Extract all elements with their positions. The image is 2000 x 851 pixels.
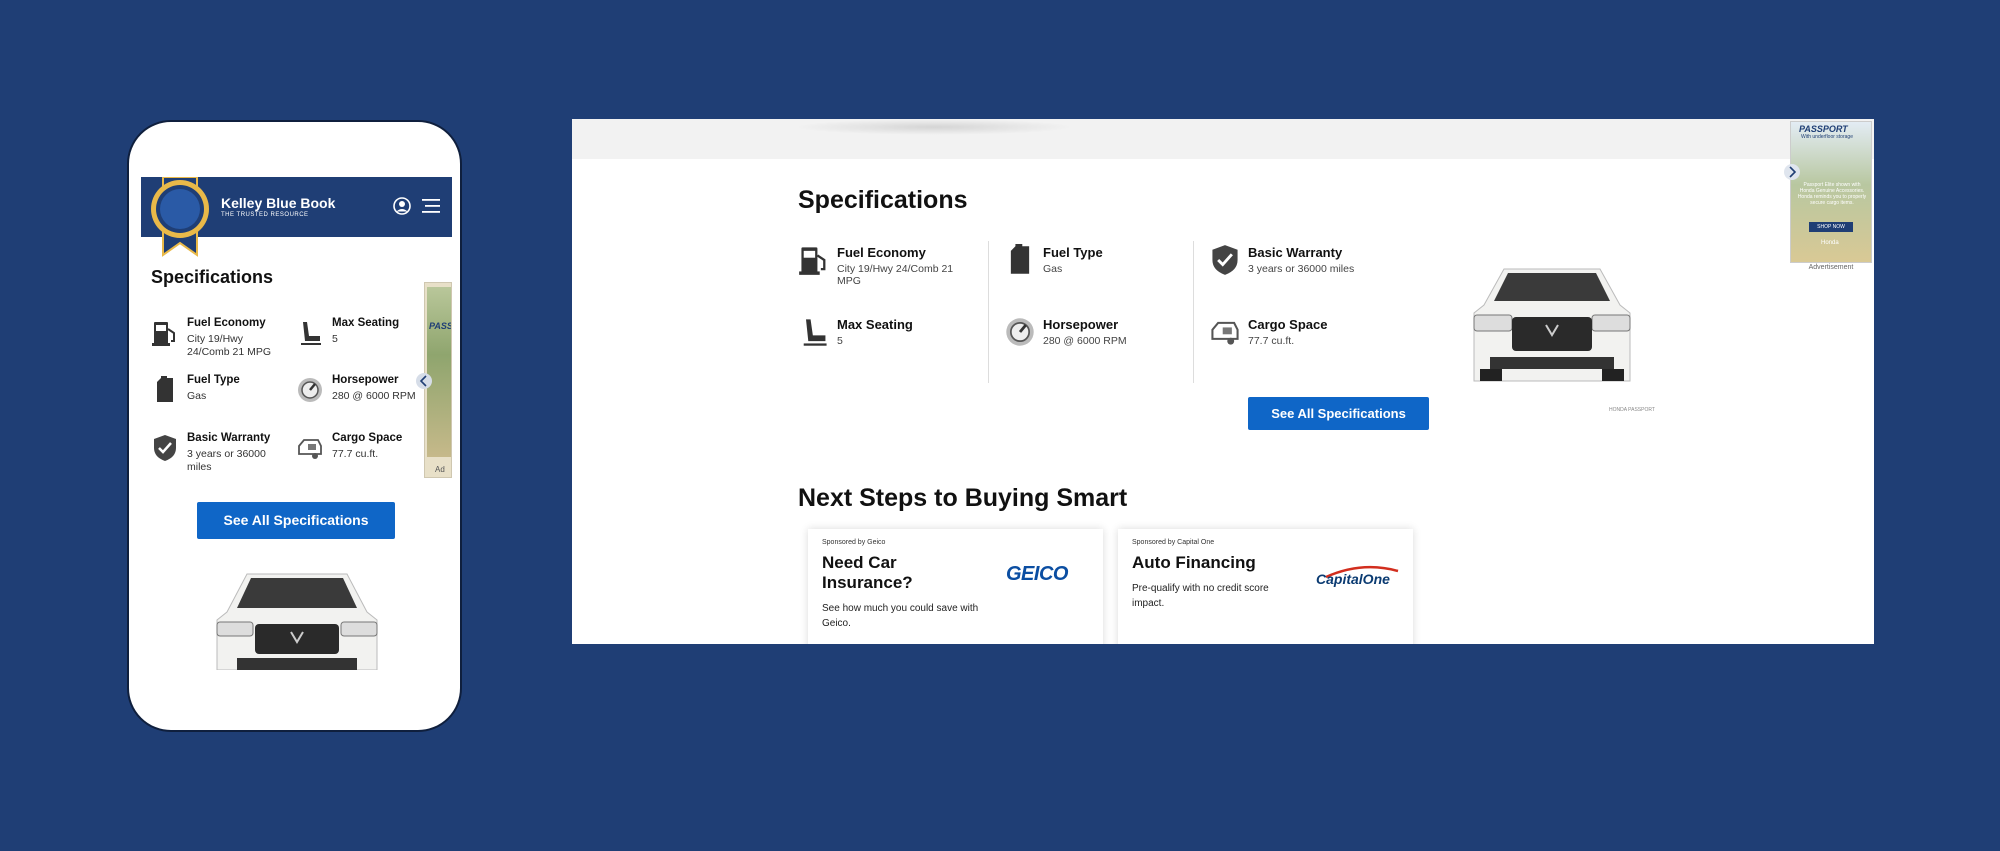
spec-value: 3 years or 36000 miles [187, 448, 266, 473]
card-description: See how much you could save with Geico. [822, 603, 979, 629]
spec-value: City 19/Hwy 24/Comb 21 MPG [187, 333, 272, 358]
hamburger-menu-icon[interactable] [422, 199, 440, 213]
see-all-specifications-button[interactable]: See All Specifications [197, 502, 395, 539]
top-nav-bar [572, 119, 1874, 159]
car-image [216, 573, 378, 670]
ad-word: PASSPORT [429, 321, 452, 331]
fuel-pump-icon [152, 322, 175, 346]
spec-label: Fuel Economy [187, 317, 266, 329]
fuel-pump-icon [799, 247, 826, 275]
sponsor-label: Sponsored by Geico [822, 539, 886, 546]
geico-insurance-card[interactable]: Sponsored by Geico Need Car Insurance? S… [808, 529, 1103, 644]
sponsor-label: Sponsored by Capital One [1132, 539, 1215, 546]
spec-label: Fuel Type [187, 374, 240, 386]
desktop-browser-view: Specifications Fuel Economy City 19/Hwy … [572, 119, 1874, 644]
brand-tagline: THE TRUSTED RESOURCE [221, 212, 309, 218]
mobile-device-frame: Kelley Blue Book THE TRUSTED RESOURCE Sp… [127, 120, 462, 732]
cargo-icon [298, 439, 322, 459]
desktop-advertisement[interactable]: PASSPORT With underfloor storage Passpor… [1790, 121, 1872, 263]
ad-brand: Honda [1821, 240, 1839, 246]
chevron-right-icon[interactable] [1784, 164, 1800, 180]
auto-financing-card[interactable]: Sponsored by Capital One Auto Financing … [1118, 529, 1413, 644]
chevron-left-icon[interactable] [416, 373, 432, 389]
see-all-specifications-button[interactable]: See All Specifications [1248, 397, 1429, 430]
card-description: Pre-qualify with no credit score impact. [1132, 583, 1269, 609]
specifications-heading: Specifications [151, 267, 274, 287]
spec-label: Horsepower [332, 374, 399, 386]
advertisement-label: Advertisement [1808, 264, 1854, 271]
spec-value: 5 [332, 333, 338, 345]
card-title: Auto Financing [1132, 553, 1256, 572]
spec-value: City 19/Hwy 24/Comb 21 MPG [837, 263, 954, 287]
ad-image [427, 287, 451, 457]
spec-value: 77.7 cu.ft. [332, 448, 379, 460]
shield-check-icon [1212, 245, 1238, 275]
spec-value: 280 @ 6000 RPM [1043, 335, 1127, 347]
car-image-caption: HONDA PASSPORT [1609, 407, 1655, 413]
decorative-shadow [794, 119, 1074, 135]
spec-label: Fuel Economy [837, 245, 926, 260]
spec-label: Basic Warranty [1248, 245, 1343, 260]
column-divider [1193, 241, 1194, 383]
spec-label: Max Seating [332, 317, 400, 329]
fuel-can-icon [1010, 244, 1030, 274]
ad-subtitle: With underfloor storage [1801, 134, 1853, 140]
spec-value: 3 years or 36000 miles [1248, 263, 1355, 275]
user-icon[interactable] [393, 197, 411, 215]
car-image [1473, 268, 1631, 382]
fuel-can-icon [157, 376, 173, 402]
ad-word: PASSPORT [1799, 124, 1848, 134]
spec-label: Fuel Type [1043, 245, 1103, 260]
seat-icon [301, 322, 321, 345]
spec-label: Cargo Space [332, 432, 403, 444]
brand-name: Kelley Blue Book [221, 195, 336, 211]
ad-body: Passport Elite shown with Honda Genuine … [1797, 182, 1867, 206]
kbb-logo-icon[interactable] [149, 177, 211, 259]
geico-logo: GEICO [1006, 563, 1068, 585]
engine-icon [298, 378, 322, 402]
cargo-icon [1211, 321, 1239, 345]
specifications-heading: Specifications [798, 186, 968, 214]
next-steps-heading: Next Steps to Buying Smart [798, 484, 1128, 512]
spec-value: 77.7 cu.ft. [1248, 335, 1295, 347]
spec-label: Cargo Space [1248, 317, 1328, 332]
shield-check-icon [154, 435, 176, 461]
ad-label: Ad [435, 465, 445, 474]
engine-icon [1006, 318, 1034, 346]
spec-value: 280 @ 6000 RPM [332, 390, 416, 402]
spec-value: 5 [837, 335, 843, 347]
capital-one-logo: CapitalOne [1316, 571, 1390, 587]
seat-icon [803, 319, 827, 346]
column-divider [988, 241, 989, 383]
spec-label: Basic Warranty [187, 432, 271, 444]
shop-now-button[interactable]: SHOP NOW [1809, 222, 1853, 232]
spec-value: Gas [1043, 263, 1063, 275]
spec-label: Max Seating [837, 317, 913, 332]
card-title: Need Car Insurance? [822, 553, 913, 592]
spec-value: Gas [187, 390, 207, 402]
mobile-header: Kelley Blue Book THE TRUSTED RESOURCE [141, 177, 452, 257]
spec-label: Horsepower [1043, 317, 1119, 332]
